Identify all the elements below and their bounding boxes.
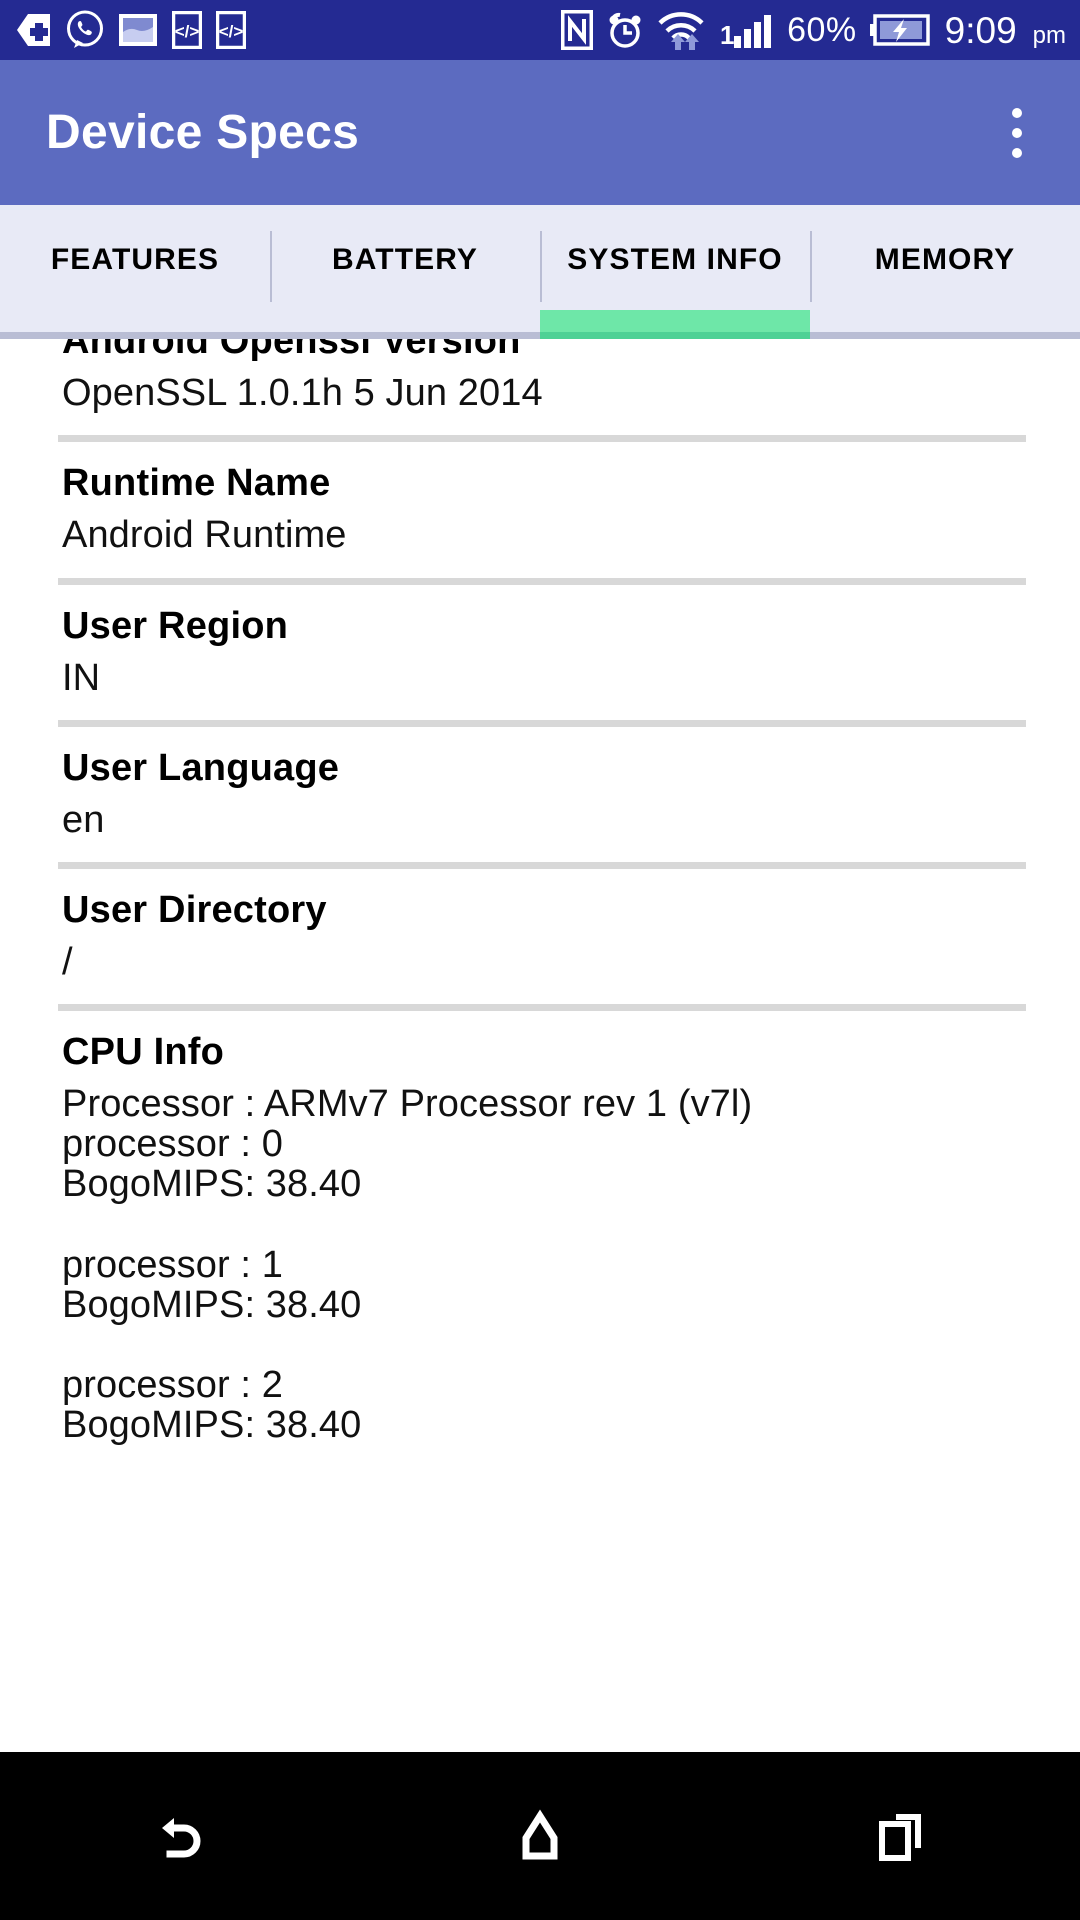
list-divider [58,1004,1026,1012]
alarm-clock-icon [609,12,641,48]
list-item-value: Android Runtime [62,514,347,557]
list-item[interactable]: Runtime Name Android Runtime [0,442,1080,577]
list-item[interactable]: User Region IN [0,585,1080,720]
tab-features[interactable]: FEATURES [0,205,270,332]
recents-icon [879,1814,921,1861]
signal-bars-icon: 1 [720,15,772,50]
tab-indicator [0,310,270,332]
battery-charging-icon [869,14,930,46]
battery-percent-label: 60% [787,11,857,49]
list-item-title: User Directory [62,889,327,932]
tab-bar-underline [0,332,1080,339]
system-info-list: Android Openssl Version OpenSSL 1.0.1h 5 … [0,339,1080,1467]
tab-system-info[interactable]: SYSTEM INFO [540,205,810,332]
home-button[interactable] [470,1781,610,1891]
list-item-title: CPU Info [62,1031,225,1074]
list-divider [58,577,1026,585]
tag-plus-icon [17,14,50,46]
app-bar: Device Specs [0,60,1080,205]
back-button[interactable] [110,1781,250,1891]
nfc-icon [561,10,594,50]
code-icon: </> [172,11,202,49]
tab-label: BATTERY [331,242,479,276]
svg-text:1: 1 [720,20,734,50]
svg-text:</>: </> [175,22,200,41]
svg-text:</>: </> [219,22,244,41]
overflow-menu-button[interactable] [994,98,1040,168]
status-bar: </> </> 1 60% 9:09 pm [0,0,1080,60]
tab-label: MEMORY [874,242,1016,276]
status-bar-notification-icons: </> </> [16,10,246,50]
system-info-scroll-area[interactable]: Android Openssl Version OpenSSL 1.0.1h 5 … [0,339,1080,1752]
overflow-dot [1012,127,1022,138]
back-arrow-icon [162,1818,201,1858]
code-icon: </> [216,11,246,49]
screenshot-image-icon [119,14,157,46]
list-divider [58,862,1026,870]
wifi-icon [658,12,704,50]
list-item[interactable]: Android Openssl Version OpenSSL 1.0.1h 5 … [0,339,1080,435]
list-item-value: OpenSSL 1.0.1h 5 Jun 2014 [62,372,543,414]
home-icon [522,1809,558,1860]
clock-ampm: pm [1032,22,1066,49]
overflow-dot [1012,107,1022,118]
tab-label: SYSTEM INFO [567,242,783,276]
list-item-title: User Region [62,604,289,647]
list-item-value: en [62,798,105,841]
status-bar-system-icons: 1 60% 9:09 pm [561,9,1066,51]
clock-time: 9:09 [944,9,1017,51]
list-divider [58,719,1026,727]
tab-indicator-shadow [540,332,810,339]
tab-battery[interactable]: BATTERY [270,205,540,332]
list-item-title: User Language [62,746,340,789]
list-item-value: / [62,941,73,984]
tab-memory[interactable]: MEMORY [810,205,1080,332]
list-item[interactable]: User Language en [0,727,1080,862]
recents-button[interactable] [830,1781,970,1891]
list-item[interactable]: CPU Info Processor : ARMv7 Processor rev … [0,1011,1080,1467]
tab-bar: FEATURES BATTERY SYSTEM INFO MEMORY [0,205,1080,332]
list-divider [58,435,1026,443]
list-item-title: Android Openssl Version [62,339,521,362]
overflow-dot [1012,147,1022,158]
list-item-value: IN [62,656,101,699]
navigation-bar [0,1752,1080,1920]
tab-indicator-active [540,310,810,332]
tab-indicator [810,310,1080,332]
list-item[interactable]: User Directory / [0,869,1080,1004]
list-item-title: Runtime Name [62,462,331,505]
tab-indicator [270,310,540,332]
screen-root: </> </> 1 60% 9:09 pm Device Specs FEATU… [0,0,1080,1920]
list-item-value: Processor : ARMv7 Processor rev 1 (v7l) … [62,1083,753,1446]
whatsapp-icon [67,10,103,48]
page-title: Device Specs [46,106,360,159]
tab-label: FEATURES [50,242,220,276]
